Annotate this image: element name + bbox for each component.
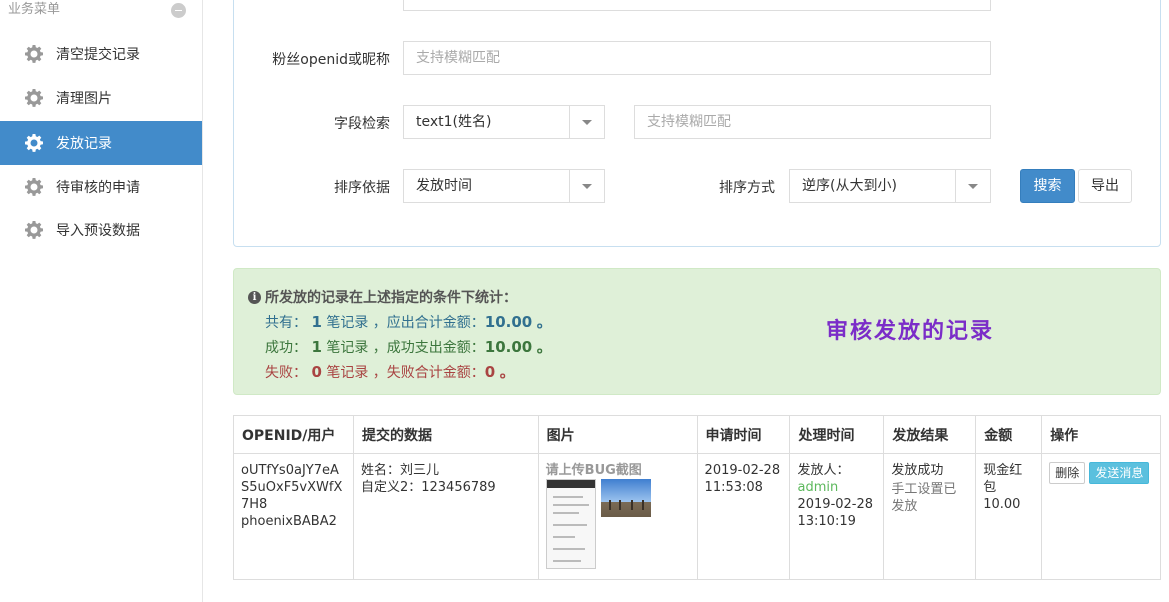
stats-panel: i 所发放的记录在上述指定的条件下统计： 共有： 1 笔记录 ，应出合计金额：1…	[233, 268, 1161, 395]
sidebar-header: 业务菜单	[0, 0, 202, 24]
process-date: 2019-02-28	[797, 497, 874, 512]
stats-fail-mid: 笔记录 ，失败合计金额：	[326, 365, 485, 381]
stats-success-count: 1	[311, 338, 322, 356]
overlay-caption: 审核发放的记录	[826, 319, 995, 344]
sidebar-item-clean-images[interactable]: 清理图片	[0, 76, 202, 120]
sidebar: 业务菜单 清空提交记录 清理图片 发放记录 待审核的申请 导入预设数据	[0, 0, 203, 602]
stats-total-mid: 笔记录 ，应出合计金额：	[326, 315, 485, 331]
cell-actions: 删除 发送消息	[1041, 453, 1161, 580]
cell-apply-time: 2019-02-28 11:53:08	[696, 453, 791, 580]
stats-total-count: 1	[311, 313, 322, 331]
col-image: 图片	[537, 415, 698, 454]
cell-result: 发放成功 手工设置已发放	[883, 453, 977, 580]
field-search-label: 字段检索	[334, 116, 390, 132]
top-filter-input[interactable]	[403, 0, 991, 11]
amount-type: 现金红包	[983, 463, 1023, 495]
stats-success-prefix: 成功：	[265, 340, 307, 356]
apply-date: 2019-02-28	[704, 463, 781, 478]
sidebar-item-label: 清理图片	[56, 91, 112, 107]
gear-icon	[25, 45, 43, 63]
fan-search-input[interactable]: 支持模糊匹配	[403, 41, 991, 75]
process-time: 13:10:19	[797, 514, 856, 529]
search-button[interactable]: 搜索	[1020, 169, 1075, 203]
sort-order-label: 排序方式	[719, 180, 775, 196]
stats-total-prefix: 共有：	[265, 315, 307, 331]
gear-icon	[25, 89, 43, 107]
sidebar-item-label: 导入预设数据	[56, 223, 140, 239]
submitted-custom: 自定义2：123456789	[360, 480, 496, 495]
sidebar-item-pending-review[interactable]: 待审核的申请	[0, 165, 202, 209]
apply-time: 11:53:08	[704, 480, 763, 495]
table-row: oUTfYs0aJY7eAS5uOxF5vXWfX7H8 phoenixBABA…	[233, 453, 1161, 580]
table-header-row: OPENID/用户 提交的数据 图片 申请时间 处理时间 发放结果 金额 操作	[233, 415, 1161, 454]
cell-openid: oUTfYs0aJY7eAS5uOxF5vXWfX7H8 phoenixBABA…	[233, 453, 354, 580]
stats-fail-prefix: 失败：	[265, 365, 307, 381]
field-select-value: text1(姓名)	[416, 114, 492, 130]
stats-fail-suffix: 。	[499, 363, 515, 381]
cell-images: 请上传BUG截图	[537, 453, 698, 580]
collapse-icon[interactable]	[171, 3, 186, 18]
issuer-name: admin	[797, 480, 839, 495]
stats-fail-count: 0	[311, 363, 322, 381]
stats-total-amount: 10.00	[484, 313, 533, 331]
stats-fail-line: 失败： 0 笔记录 ，失败合计金额：0 。	[265, 361, 515, 382]
fan-label: 粉丝openid或昵称	[272, 52, 390, 68]
sort-by-select[interactable]: 发放时间	[403, 169, 605, 203]
sidebar-item-import-presets[interactable]: 导入预设数据	[0, 208, 202, 252]
delete-button[interactable]: 删除	[1049, 462, 1086, 484]
chevron-down-icon	[569, 170, 604, 202]
sort-by-value: 发放时间	[416, 178, 472, 194]
sidebar-item-label: 待审核的申请	[56, 180, 140, 196]
send-message-button[interactable]: 发送消息	[1089, 462, 1150, 484]
gear-icon	[25, 134, 43, 152]
cell-process-time: 发放人： admin 2019-02-28 13:10:19	[789, 453, 885, 580]
col-apply-time: 申请时间	[696, 415, 791, 454]
col-openid: OPENID/用户	[233, 415, 354, 454]
issuer-label: 发放人：	[797, 463, 850, 478]
user-name: phoenixBABA2	[241, 514, 337, 529]
col-amount: 金额	[975, 415, 1043, 454]
sidebar-item-label: 清空提交记录	[56, 47, 140, 63]
openid-text: oUTfYs0aJY7eAS5uOxF5vXWfX7H8	[241, 463, 343, 512]
records-table: OPENID/用户 提交的数据 图片 申请时间 处理时间 发放结果 金额 操作 …	[233, 415, 1161, 580]
stats-title-text: 所发放的记录在上述指定的条件下统计：	[265, 290, 517, 306]
field-select[interactable]: text1(姓名)	[403, 105, 605, 139]
result-note: 手工设置已发放	[891, 482, 957, 514]
sidebar-item-clear-records[interactable]: 清空提交记录	[0, 32, 202, 76]
result-status: 发放成功	[891, 463, 944, 478]
sort-order-select[interactable]: 逆序(从大到小)	[789, 169, 991, 203]
photo-thumbnail[interactable]	[600, 479, 651, 517]
field-value-input[interactable]: 支持模糊匹配	[634, 105, 991, 139]
chevron-down-icon	[569, 106, 604, 138]
info-icon: i	[248, 290, 261, 304]
sort-order-value: 逆序(从大到小)	[802, 178, 897, 194]
cell-submitted-data: 姓名：刘三儿 自定义2：123456789	[352, 453, 539, 580]
col-process-time: 处理时间	[789, 415, 885, 454]
export-button[interactable]: 导出	[1078, 169, 1132, 203]
stats-fail-amount: 0	[484, 363, 496, 381]
stats-total-suffix: 。	[536, 313, 552, 331]
search-panel: 粉丝openid或昵称 支持模糊匹配 字段检索 text1(姓名) 支持模糊匹配…	[233, 0, 1161, 247]
cell-amount: 现金红包 10.00	[975, 453, 1043, 580]
stats-title: i 所发放的记录在上述指定的条件下统计：	[248, 287, 517, 307]
chevron-down-icon	[955, 170, 990, 202]
screenshot-thumbnail[interactable]	[545, 479, 596, 569]
sidebar-title: 业务菜单	[8, 2, 61, 17]
submitted-name: 姓名：刘三儿	[360, 463, 439, 478]
stats-success-suffix: 。	[536, 338, 552, 356]
amount-value: 10.00	[983, 497, 1021, 512]
sidebar-item-issue-records[interactable]: 发放记录	[0, 121, 202, 165]
col-submitted-data: 提交的数据	[352, 415, 539, 454]
stats-success-mid: 笔记录 ，成功支出金额：	[326, 340, 485, 356]
stats-total-line: 共有： 1 笔记录 ，应出合计金额：10.00 。	[265, 311, 552, 332]
gear-icon	[25, 221, 43, 239]
col-actions: 操作	[1041, 415, 1161, 454]
stats-success-amount: 10.00	[484, 338, 533, 356]
sort-by-label: 排序依据	[334, 180, 390, 196]
sidebar-item-label: 发放记录	[56, 136, 112, 152]
gear-icon	[25, 178, 43, 196]
col-result: 发放结果	[883, 415, 977, 454]
image-hint: 请上传BUG截图	[545, 463, 642, 478]
stats-success-line: 成功： 1 笔记录 ，成功支出金额：10.00 。	[265, 336, 552, 357]
